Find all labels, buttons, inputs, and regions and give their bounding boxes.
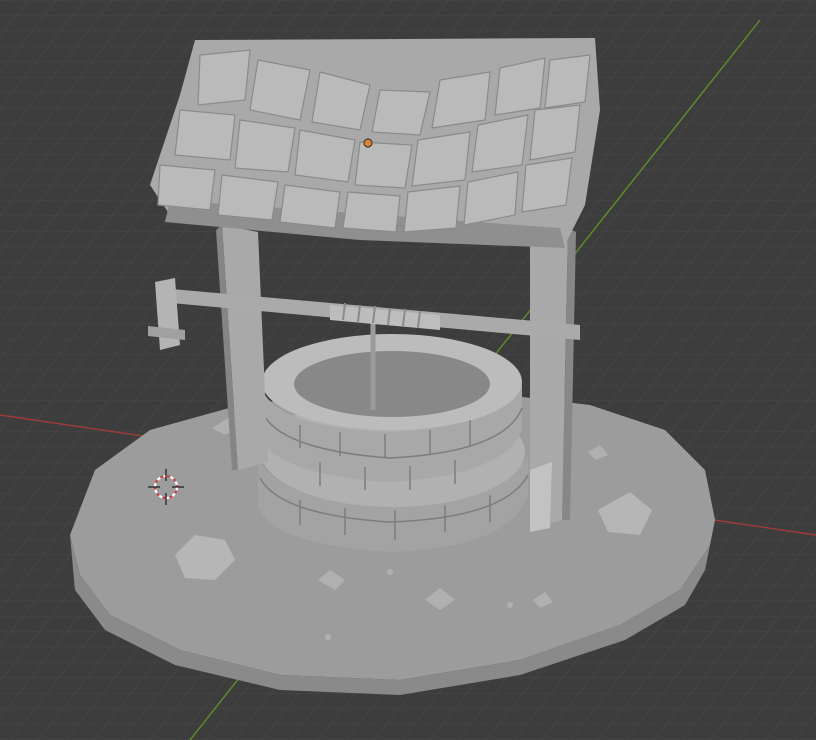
roof (150, 38, 600, 248)
3d-viewport[interactable] (0, 0, 816, 740)
object-origin-icon[interactable] (363, 138, 373, 148)
viewport-canvas[interactable] (0, 0, 816, 740)
well-stonework (258, 334, 529, 552)
